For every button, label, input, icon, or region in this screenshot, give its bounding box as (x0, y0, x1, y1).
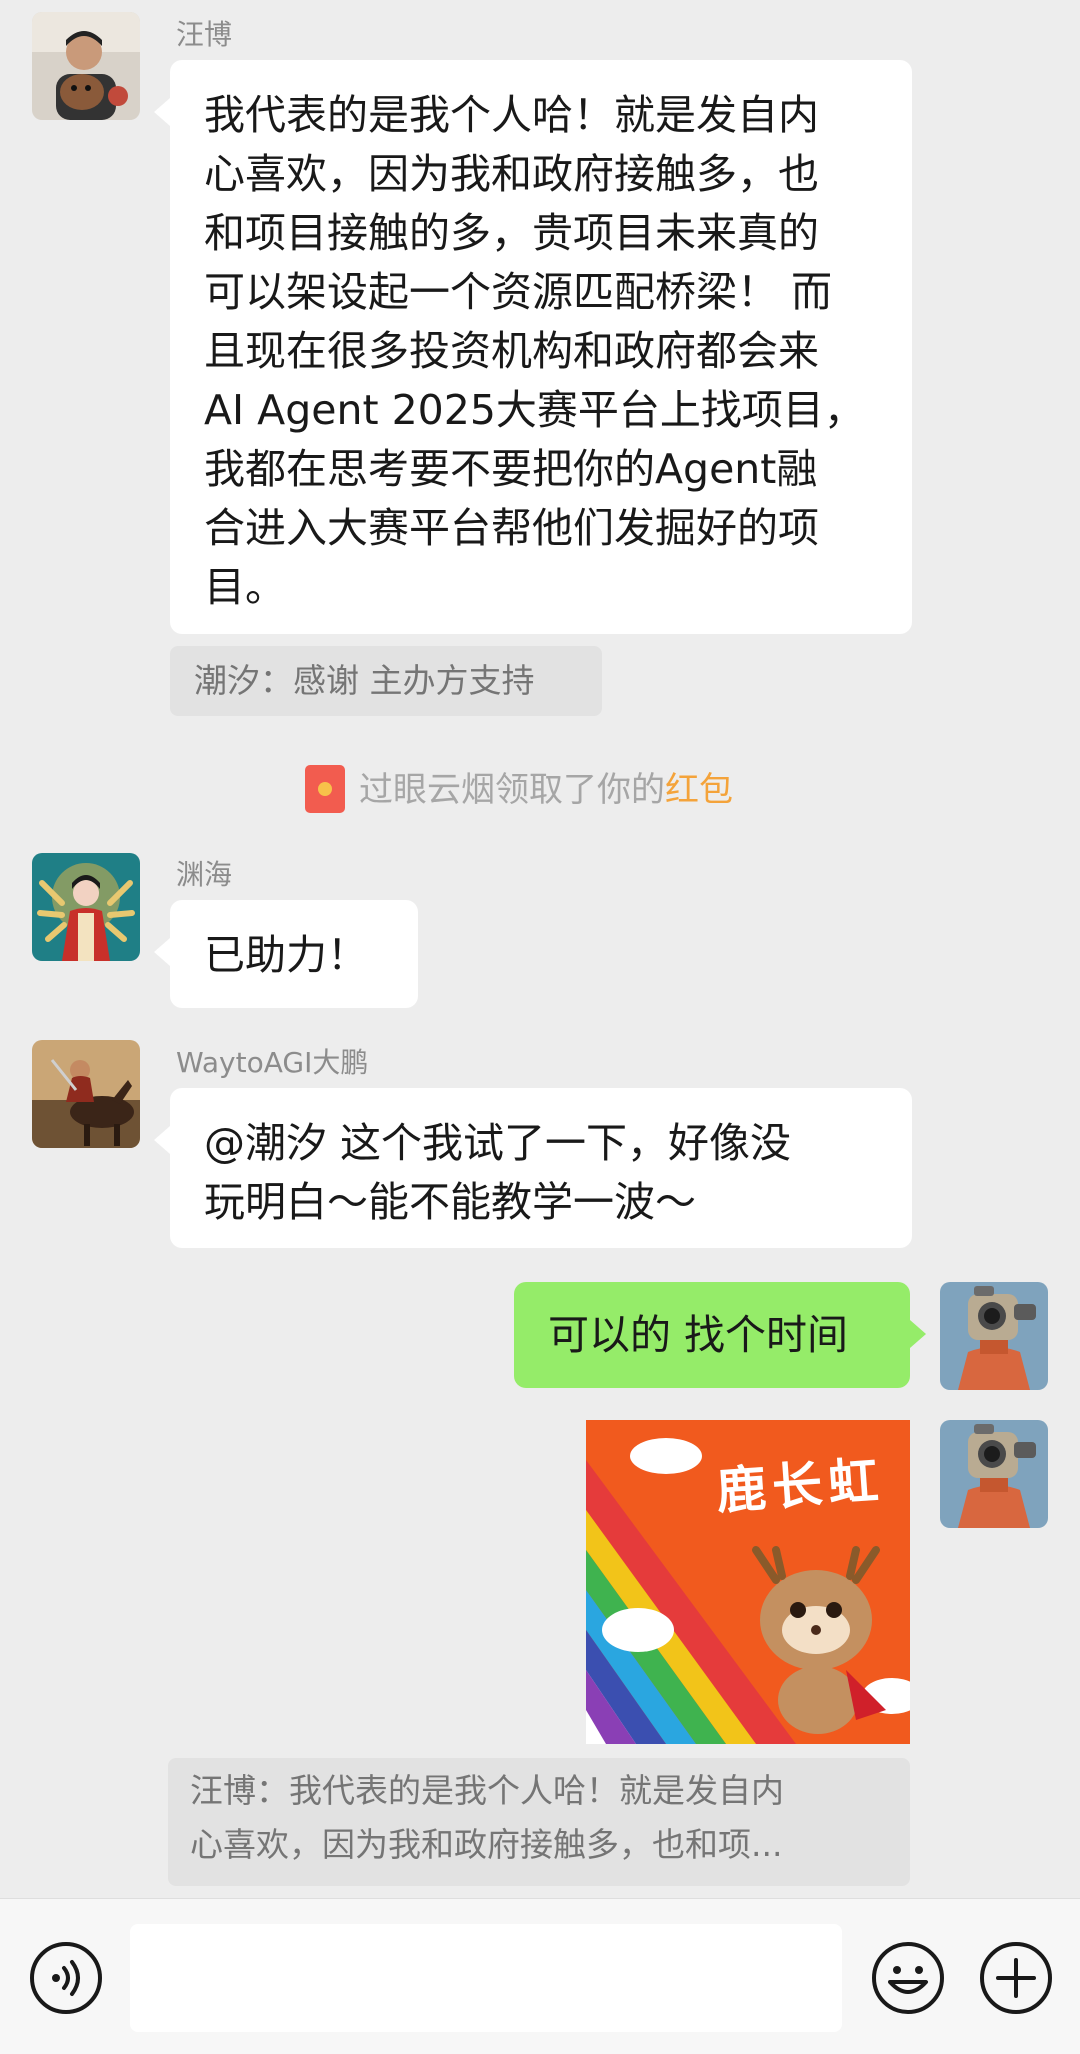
message-bubble[interactable]: 已助力！ (154, 900, 418, 1008)
message-bubble[interactable]: 我代表的是我个人哈！就是发自内 心喜欢，因为我和政府接触多，也 和项目接触的多，… (154, 60, 912, 634)
avatar-self-image (940, 1282, 1048, 1390)
message-line: 目。 (204, 563, 286, 611)
message-text: 已助力！ (204, 931, 368, 979)
message-line: 且现在很多投资机构和政府都会来 (204, 327, 819, 375)
red-packet-link[interactable]: 红包 (665, 770, 733, 810)
message-line: 和项目接触的多，贵项目未来真的 (204, 209, 819, 257)
avatar-waytoagi-dapeng[interactable] (32, 1040, 140, 1148)
message-line: 玩明白～能不能教学一波～ (204, 1178, 696, 1226)
avatar-waytoagi-dapeng-image (32, 1040, 140, 1148)
sticker-image[interactable]: 鹿长虹 (586, 1420, 910, 1744)
message-text: 可以的 找个时间 (548, 1311, 849, 1359)
message-line: @潮汐 这个我试了一下，好像没 (204, 1119, 792, 1167)
voice-icon[interactable] (28, 1940, 104, 2016)
message-line: 我都在思考要不要把你的Agent融 (204, 445, 818, 493)
avatar-self[interactable] (940, 1282, 1048, 1390)
message-line: AI Agent 2025大赛平台上找项目， (204, 386, 865, 434)
message-bubble-self[interactable]: 可以的 找个时间 (514, 1282, 926, 1388)
sender-name: 汪博 (176, 18, 233, 51)
avatar-wangbo[interactable] (32, 12, 140, 120)
system-notice-name: 过眼云烟 (359, 770, 495, 810)
system-notice-text: 领取了你的 (495, 770, 665, 810)
avatar-yuanhai[interactable] (32, 853, 140, 961)
quote-line: 汪博：我代表的是我个人哈！就是发自内 (190, 1771, 784, 1810)
system-notice: 过眼云烟领取了你的红包 (305, 762, 733, 816)
sticker-text: 鹿长虹 (714, 1450, 887, 1521)
emoji-icon[interactable] (870, 1940, 946, 2016)
plus-icon[interactable] (978, 1940, 1054, 2016)
avatar-yuanhai-image (32, 853, 140, 961)
avatar-self-image (940, 1420, 1048, 1528)
red-packet-icon (305, 764, 345, 813)
quote-reference[interactable]: 潮汐：感谢 主办方支持 (170, 646, 602, 716)
message-bubble[interactable]: @潮汐 这个我试了一下，好像没 玩明白～能不能教学一波～ (154, 1088, 912, 1248)
sender-name: 渊海 (176, 858, 233, 891)
message-line: 心喜欢，因为我和政府接触多，也 (204, 150, 819, 198)
input-bar (0, 1898, 1080, 2054)
avatar-self[interactable] (940, 1420, 1048, 1528)
message-line: 我代表的是我个人哈！就是发自内 (204, 91, 819, 139)
sender-name: WaytoAGI大鹏 (176, 1046, 369, 1079)
quote-line: 心喜欢，因为我和政府接触多，也和项... (190, 1825, 783, 1864)
quote-reference[interactable]: 汪博：我代表的是我个人哈！就是发自内 心喜欢，因为我和政府接触多，也和项... (168, 1758, 910, 1886)
message-line: 可以架设起一个资源匹配桥梁！ 而 (204, 268, 833, 316)
avatar-wangbo-image (32, 12, 140, 120)
message-line: 合进入大赛平台帮他们发掘好的项 (204, 504, 819, 552)
message-input[interactable] (130, 1924, 842, 2032)
